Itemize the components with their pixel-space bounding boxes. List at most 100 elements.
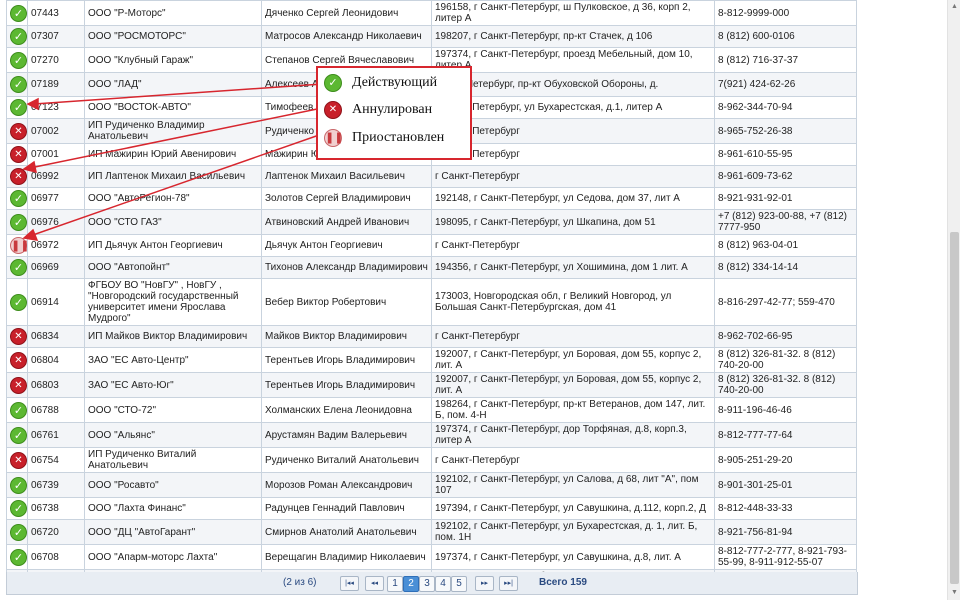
- organization-cell: ООО "Апарм-моторс Лахта": [84, 544, 262, 570]
- x-circle-icon: ✕: [10, 146, 27, 163]
- table-row[interactable]: ✓ 06914 ФГБОУ ВО "НовГУ" , НовГУ , "Новгор…: [6, 278, 857, 326]
- table-row[interactable]: ✓ 06720 ООО "ДЦ "АвтоГарант" Смирнов Анатол…: [6, 519, 857, 545]
- address-cell: г Санкт-Петербург: [431, 447, 715, 473]
- cert-number-cell: 06914: [27, 278, 85, 326]
- status-cell: ✕: [6, 447, 28, 473]
- person-cell: Лаптенок Михаил Васильевич: [261, 165, 432, 188]
- next-page-button[interactable]: ▸▸: [475, 576, 494, 591]
- legend-item-annulled: ✕ Аннулирован: [324, 101, 432, 121]
- table-row[interactable]: ✓ 06976 ООО "СТО ГАЗ" Атвиновский Андрей Ив…: [6, 209, 857, 235]
- phone-cell: +7 (812) 923-00-88, +7 (812) 7777-950: [714, 209, 857, 235]
- check-circle-icon: ✓: [10, 190, 27, 207]
- page-number-4[interactable]: 4: [435, 576, 451, 592]
- phone-cell: 8-962-702-66-95: [714, 325, 857, 348]
- check-circle-icon: ✓: [10, 213, 27, 231]
- scroll-up-arrow-icon[interactable]: ▲: [948, 0, 960, 14]
- address-cell: 198207, г Санкт-Петербург, пр-кт Стачек,…: [431, 25, 715, 48]
- address-cell: 173003, Новгородская обл, г Великий Новг…: [431, 278, 715, 326]
- table-row[interactable]: ✕ 06834 ИП Майков Виктор Владимирович Майко…: [6, 325, 857, 348]
- organization-cell: ООО "Лахта Финанс": [84, 497, 262, 520]
- phone-cell: 8-901-301-25-01: [714, 472, 857, 498]
- table-row[interactable]: ❚❚06972ИП Дьячук Антон ГеоргиевичДьячук …: [6, 234, 857, 257]
- status-cell: ✕: [6, 118, 28, 144]
- phone-cell: 8 (812) 326-81-32. 8 (812) 740-20-00: [714, 347, 857, 373]
- status-cell: ✓: [6, 0, 28, 26]
- table-row[interactable]: ✕ 06803 ЗАО "ЕС Авто-Юг" Терентьев Игорь Вл…: [6, 372, 857, 398]
- check-circle-icon: ✓: [10, 500, 27, 517]
- phone-cell: 8 (812) 600-0106: [714, 25, 857, 48]
- scroll-down-arrow-icon[interactable]: ▼: [948, 586, 960, 600]
- status-cell: ✓: [6, 96, 28, 119]
- status-cell: ✓: [6, 278, 28, 326]
- address-cell: г Санкт-Петербург, ул Бухарестская, д.1,…: [431, 96, 715, 119]
- phone-cell: 8 (812) 326-81-32. 8 (812) 740-20-00: [714, 372, 857, 398]
- organization-cell: ООО "Р-Моторс": [84, 0, 262, 26]
- organization-cell: ИП Майков Виктор Владимирович: [84, 325, 262, 348]
- phone-cell: 8 (812) 716-37-37: [714, 47, 857, 73]
- address-cell: 192007, г Санкт-Петербург, ул Боровая, д…: [431, 372, 715, 398]
- address-cell: 197374, г Санкт-Петербург, дор Торфяная,…: [431, 422, 715, 448]
- cert-number-cell: 06969: [27, 256, 85, 279]
- last-page-button[interactable]: ▸▸|: [499, 576, 518, 591]
- phone-cell: 8-961-609-73-62: [714, 165, 857, 188]
- check-circle-icon: ✓: [10, 28, 27, 45]
- page-number-3[interactable]: 3: [419, 576, 435, 592]
- table-row[interactable]: ✓ 06788 ООО "СТО-72" Холманских Елена Леони…: [6, 397, 857, 423]
- table-row[interactable]: ✓ 06969 ООО "Автопойнт" Тихонов Александр В…: [6, 256, 857, 279]
- address-cell: 196158, г Санкт-Петербург, ш Пулковское,…: [431, 0, 715, 26]
- cert-number-cell: 06788: [27, 397, 85, 423]
- address-cell: г Санкт-Петербург: [431, 143, 715, 166]
- person-cell: Майков Виктор Владимирович: [261, 325, 432, 348]
- cert-number-cell: 07001: [27, 143, 85, 166]
- status-cell: ✓: [6, 47, 28, 73]
- cert-number-cell: 06720: [27, 519, 85, 545]
- table-row[interactable]: ✓ 07307 ООО "РОСМОТОРС" Матросов Александр …: [6, 25, 857, 48]
- person-cell: Вебер Виктор Робертович: [261, 278, 432, 326]
- legend-item-active: ✓ Действующий: [324, 74, 437, 94]
- scrollbar-thumb[interactable]: [950, 232, 959, 584]
- page-number-5[interactable]: 5: [451, 576, 467, 592]
- person-cell: Холманских Елена Леонидовна: [261, 397, 432, 423]
- pagination-bar: (2 из 6) |◂◂ ◂◂ 1 2 3 4 5 ▸▸ ▸▸| Всего 1…: [6, 572, 858, 595]
- cert-number-cell: 06972: [27, 234, 85, 257]
- organization-cell: ИП Рудиченко Виталий Анатольевич: [84, 447, 262, 473]
- table-row[interactable]: ✕ 06992 ИП Лаптенок Михаил Васильевич Лапте…: [6, 165, 857, 188]
- cert-number-cell: 07123: [27, 96, 85, 119]
- address-cell: 198264, г Санкт-Петербург, пр-кт Ветеран…: [431, 397, 715, 423]
- address-cell: Санкт-Петербург, пр-кт Обуховской Оборон…: [431, 72, 715, 97]
- table-row[interactable]: ✓ 06761 ООО "Альянс" Арустамян Вадим Валерь…: [6, 422, 857, 448]
- x-circle-icon: ✕: [10, 451, 27, 469]
- vertical-scrollbar[interactable]: ▲ ▼: [947, 0, 960, 600]
- table-row[interactable]: ✓ 07443 ООО "Р-Моторс" Дяченко Сергей Леони…: [6, 0, 857, 26]
- status-cell: ✕: [6, 143, 28, 166]
- status-cell: ✓: [6, 256, 28, 279]
- organization-cell: ООО "ЛАД": [84, 72, 262, 97]
- organization-cell: ООО "СТО-72": [84, 397, 262, 423]
- table-row[interactable]: ✓ 06977 ООО "АвтоРегион-78" Золотов Сергей …: [6, 187, 857, 210]
- table-row[interactable]: ✕ 06804 ЗАО "ЕС Авто-Центр" Терентьев Игорь…: [6, 347, 857, 373]
- table-row[interactable]: ✓ 06708 ООО "Апарм-моторс Лахта" Верещагин …: [6, 544, 857, 570]
- table-row[interactable]: ✓ 06738 ООО "Лахта Финанс" Радунцев Геннади…: [6, 497, 857, 520]
- total-count: Всего 159: [539, 577, 587, 588]
- table-row[interactable]: ✓ 06739 ООО "Росавто" Морозов Роман Алексан…: [6, 472, 857, 498]
- address-cell: 197394, г Санкт-Петербург, ул Савушкина,…: [431, 497, 715, 520]
- phone-cell: 8-921-756-81-94: [714, 519, 857, 545]
- status-cell: ✓: [6, 397, 28, 423]
- cert-number-cell: 06761: [27, 422, 85, 448]
- status-cell: ✕: [6, 372, 28, 398]
- address-cell: г Санкт-Петербург: [431, 118, 715, 144]
- address-cell: 194356, г Санкт-Петербург, ул Хошимина, …: [431, 256, 715, 279]
- phone-cell: 8-965-752-26-38: [714, 118, 857, 144]
- page-number-1[interactable]: 1: [387, 576, 403, 592]
- page-number-2-current[interactable]: 2: [403, 576, 419, 592]
- phone-cell: 8-905-251-29-20: [714, 447, 857, 473]
- organization-cell: ИП Лаптенок Михаил Васильевич: [84, 165, 262, 188]
- first-page-button[interactable]: |◂◂: [340, 576, 359, 591]
- prev-page-button[interactable]: ◂◂: [365, 576, 384, 591]
- person-cell: Дяченко Сергей Леонидович: [261, 0, 432, 26]
- table-row[interactable]: ✕ 06754 ИП Рудиченко Виталий Анатольевич Ру…: [6, 447, 857, 473]
- status-cell: ✓: [6, 422, 28, 448]
- address-cell: 192148, г Санкт-Петербург, ул Седова, до…: [431, 187, 715, 210]
- organization-cell: ФГБОУ ВО "НовГУ" , НовГУ , "Новгородский…: [84, 278, 262, 326]
- address-cell: г Санкт-Петербург: [431, 165, 715, 188]
